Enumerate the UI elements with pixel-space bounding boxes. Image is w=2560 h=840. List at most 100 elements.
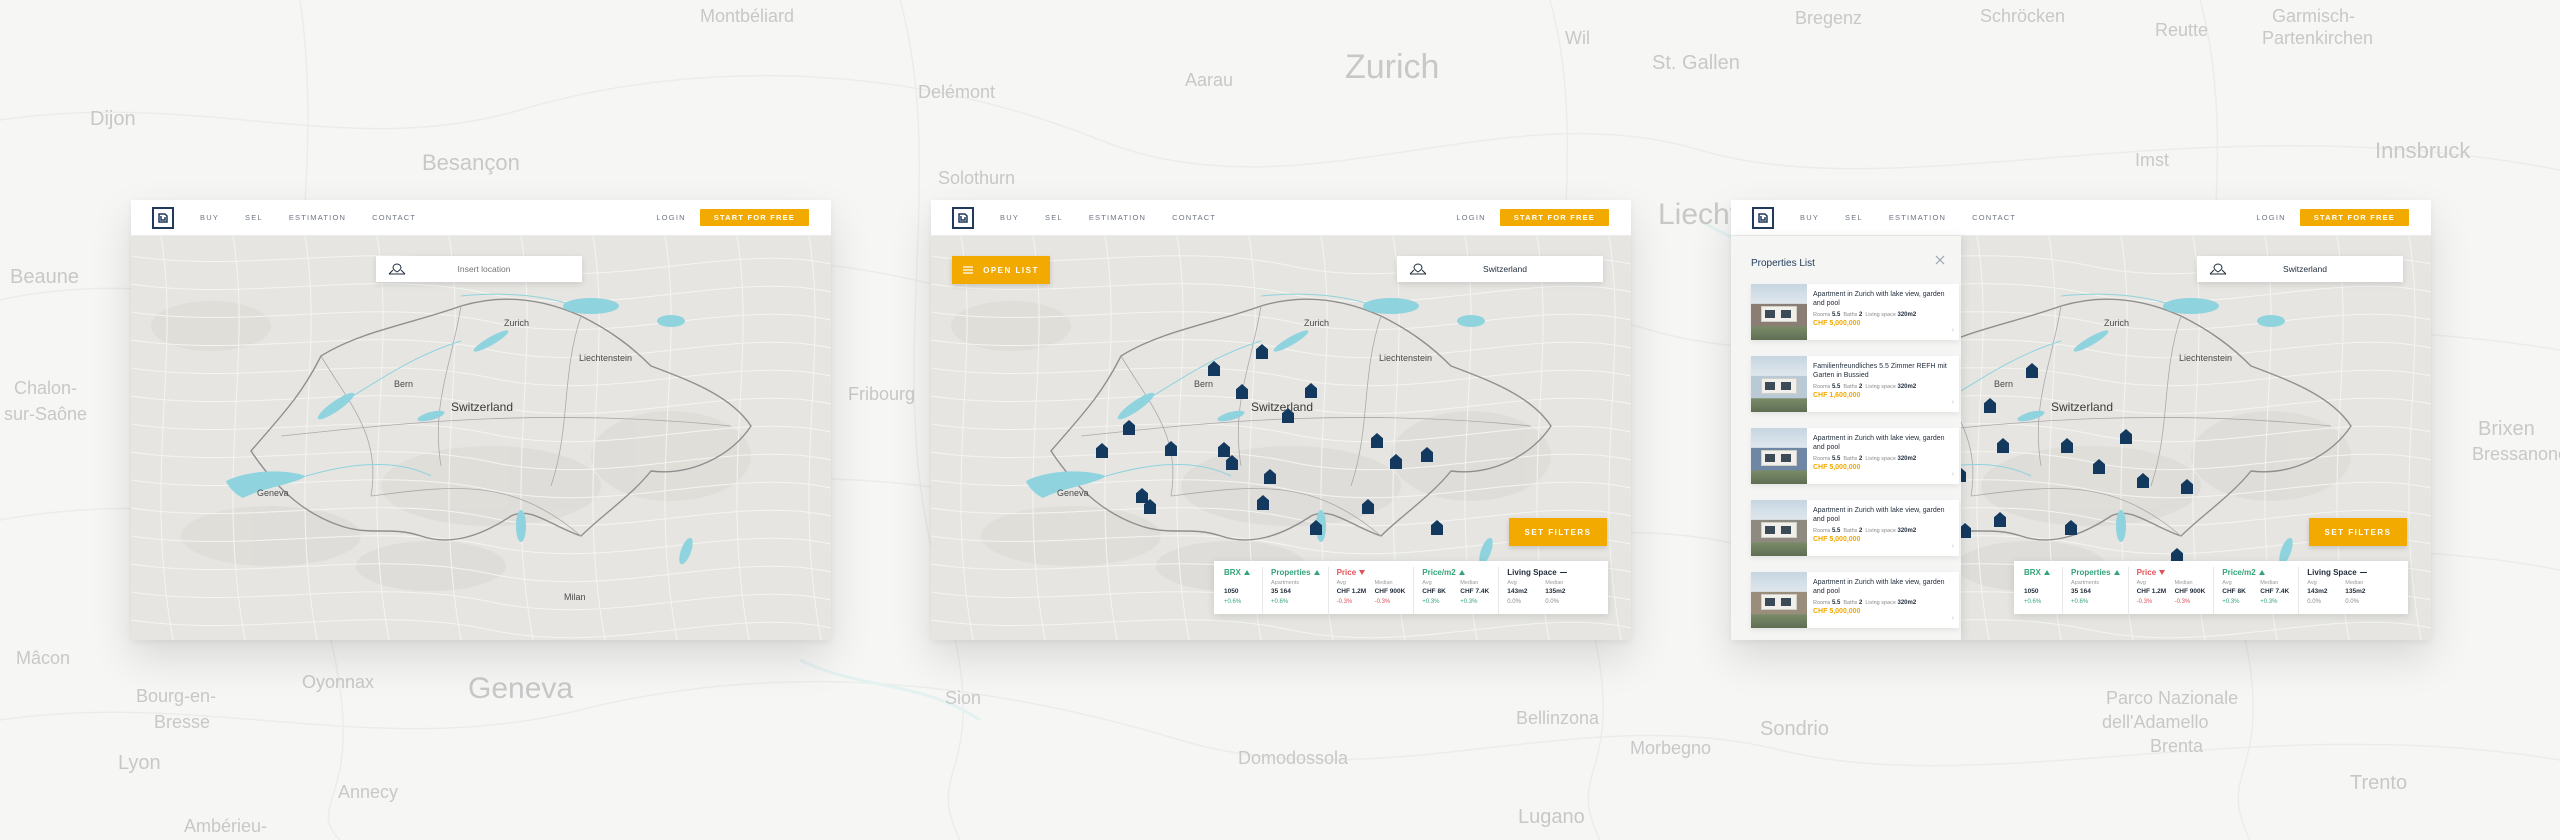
stat-cell: Avg CHF 8K +0.3% — [2222, 580, 2252, 605]
stat-heading: Price/m2 — [2222, 567, 2290, 578]
stat-label: Median — [1374, 580, 1393, 586]
location-search[interactable] — [376, 256, 582, 282]
stat-price[interactable]: Price Avg CHF 1.2M -0.3% Median CHF 900K -0.3% — [1337, 567, 1415, 614]
background-map-label: Brixen — [2478, 418, 2535, 440]
baths-label: Baths — [1843, 528, 1858, 534]
stat-value: 1050 — [1224, 588, 1239, 595]
baths-label: Baths — [1843, 600, 1858, 606]
nav-buy[interactable]: BUY — [1800, 213, 1819, 222]
trend-up-icon — [2258, 570, 2265, 575]
location-search-value[interactable]: Switzerland — [2227, 264, 2383, 274]
background-map-label: Reutte — [2155, 20, 2209, 40]
stat-cell: Avg CHF 8K +0.3% — [1422, 580, 1452, 605]
login-link[interactable]: LOGIN — [1456, 213, 1485, 222]
property-card[interactable]: Apartment in Zurich with lake view, gard… — [1751, 428, 1959, 484]
location-icon — [388, 263, 406, 275]
nav-buy[interactable]: BUY — [1000, 213, 1019, 222]
stat-living-space[interactable]: Living Space Avg 143m2 0.0% Median 135m2 0.0% — [1507, 567, 1583, 614]
background-map-label: Zurich — [1345, 48, 1440, 86]
stat-label: Apartments — [2071, 580, 2100, 586]
property-card[interactable]: Familienfreundliches 5.5 Zimmer REFH mit… — [1751, 356, 1959, 412]
stat-heading-label: BRX — [1224, 568, 1241, 577]
stat-label: Avg — [1336, 580, 1346, 586]
location-search-value[interactable]: Switzerland — [1427, 264, 1583, 274]
logo[interactable] — [152, 206, 174, 229]
map-view[interactable]: Zurich Liechtenstein Bern Switzerland Geneva… — [131, 235, 831, 640]
stat-label: Apartments — [1271, 580, 1300, 586]
nav-buy[interactable]: BUY — [200, 213, 219, 222]
location-icon — [1409, 263, 1427, 275]
background-map-label: Montbéliard — [700, 6, 795, 26]
navbar: BUY SEL ESTIMATION CONTACT LOGIN START F… — [931, 200, 1631, 236]
rooms-label: Rooms — [1813, 384, 1831, 390]
nav-contact[interactable]: CONTACT — [372, 213, 416, 222]
stat-label: Median — [2260, 580, 2279, 586]
nav-estimation[interactable]: ESTIMATION — [289, 213, 346, 222]
stat-price[interactable]: Price Avg CHF 1.2M -0.3% Median CHF 900K -0.3% — [2137, 567, 2215, 614]
trend-flat-icon — [1559, 571, 1567, 574]
background-map-label: Ambérieu- — [184, 816, 268, 836]
nav-sell[interactable]: SEL — [1845, 213, 1863, 222]
login-link[interactable]: LOGIN — [656, 213, 685, 222]
property-info: Apartment in Zurich with lake view, gard… — [1807, 572, 1959, 628]
property-card[interactable]: Apartment in Zurich with lake view, gard… — [1751, 572, 1959, 628]
nav-sell[interactable]: SEL — [245, 213, 263, 222]
property-price: CHF 1,600,000 — [1813, 392, 1861, 399]
trend-down-icon — [1359, 570, 1366, 575]
background-map-label: Innsbruck — [2375, 138, 2471, 163]
rooms-value: 5.5 — [1831, 528, 1841, 534]
stat-price-m2[interactable]: Price/m2 Avg CHF 8K +0.3% Median CHF 7.4K +0.3… — [2222, 567, 2300, 614]
stat-change: -0.3% — [2174, 599, 2191, 605]
stat-change: +0.3% — [2260, 599, 2278, 605]
living-space-value: 320m2 — [1897, 312, 1917, 318]
nav-sell[interactable]: SEL — [1045, 213, 1063, 222]
stat-value: CHF 7.4K — [1460, 588, 1490, 595]
nav-contact[interactable]: CONTACT — [1972, 213, 2016, 222]
start-for-free-button[interactable]: START FOR FREE — [2299, 209, 2409, 226]
background-map-label: Garmisch- — [2272, 6, 2356, 26]
stat-cell: Avg 143m2 0.0% — [1507, 580, 1537, 605]
stat-properties[interactable]: Properties Apartments 35 164 +0.6% — [1271, 567, 1329, 614]
background-map-label: Imst — [2135, 150, 2169, 170]
background-map-label: Wil — [1565, 28, 1590, 48]
baths-value: 2 — [1858, 456, 1863, 462]
close-icon[interactable] — [1934, 254, 1946, 266]
stat-price-m2[interactable]: Price/m2 Avg CHF 8K +0.3% Median CHF 7.4K +0.3… — [1422, 567, 1500, 614]
set-filters-button[interactable]: SET FILTERS — [2309, 518, 2407, 546]
location-search[interactable]: Switzerland — [2197, 256, 2403, 282]
property-card[interactable]: Apartment in Zurich with lake view, gard… — [1751, 284, 1959, 340]
stat-brx[interactable]: BRX 1050 +0.6% — [1224, 567, 1263, 614]
start-for-free-button[interactable]: START FOR FREE — [699, 209, 809, 226]
stat-label: Avg — [2136, 580, 2146, 586]
location-search[interactable]: Switzerland — [1397, 256, 1603, 282]
logo[interactable] — [1752, 206, 1774, 229]
logo[interactable] — [952, 206, 974, 229]
stat-heading: Living Space — [2307, 567, 2375, 578]
living-space-label: Living space — [1865, 456, 1896, 462]
stat-label: Avg — [2307, 580, 2317, 586]
open-list-button[interactable]: OPEN LIST — [952, 256, 1050, 284]
nav-contact[interactable]: CONTACT — [1172, 213, 1216, 222]
stat-heading: Price/m2 — [1422, 567, 1490, 578]
stat-properties[interactable]: Properties Apartments 35 164 +0.6% — [2071, 567, 2129, 614]
nav-estimation[interactable]: ESTIMATION — [1889, 213, 1946, 222]
living-space-label: Living space — [1865, 384, 1896, 390]
map-label: Switzerland — [451, 400, 514, 414]
location-search-input[interactable] — [406, 264, 562, 274]
stat-living-space[interactable]: Living Space Avg 143m2 0.0% Median 135m2 0.0% — [2307, 567, 2383, 614]
login-link[interactable]: LOGIN — [2256, 213, 2285, 222]
stat-change: 0.0% — [2307, 599, 2321, 605]
nav-estimation[interactable]: ESTIMATION — [1089, 213, 1146, 222]
map-label: Bern — [1994, 379, 2014, 389]
property-card[interactable]: Apartment in Zurich with lake view, gard… — [1751, 500, 1959, 556]
start-for-free-button[interactable]: START FOR FREE — [1499, 209, 1609, 226]
set-filters-button[interactable]: SET FILTERS — [1509, 518, 1607, 546]
stat-cell: Median CHF 900K -0.3% — [2175, 580, 2206, 605]
stat-brx[interactable]: BRX 1050 +0.6% — [2024, 567, 2063, 614]
trend-up-icon — [1313, 570, 1320, 575]
stat-value: CHF 1.2M — [1336, 588, 1367, 595]
stat-change: -0.3% — [2136, 599, 2153, 605]
map-label: Zurich — [2104, 318, 2130, 328]
background-map-label: Solothurn — [938, 168, 1016, 188]
trend-up-icon — [2043, 570, 2050, 575]
